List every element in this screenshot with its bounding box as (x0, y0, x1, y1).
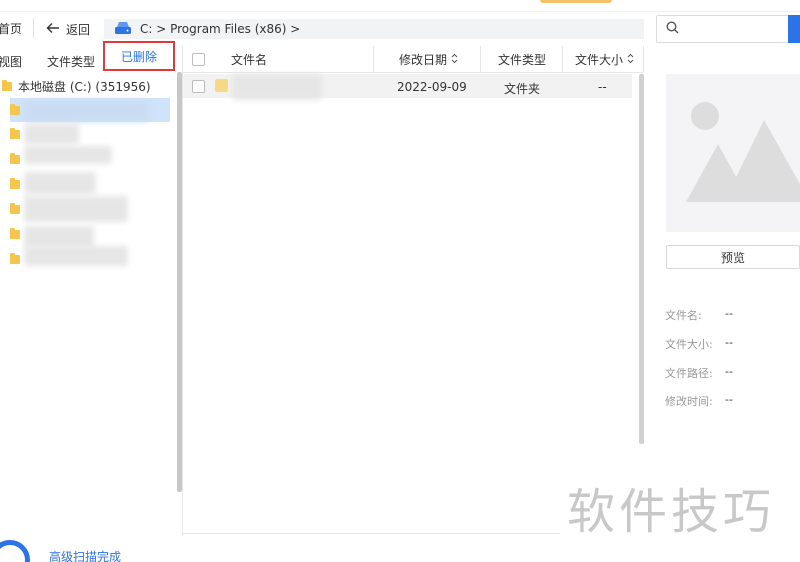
redacted-name (24, 124, 79, 144)
preview-placeholder (666, 74, 800, 232)
folder-icon (10, 127, 20, 139)
column-separator (480, 46, 481, 73)
column-date[interactable]: 修改日期 (399, 46, 458, 73)
tab-deleted[interactable]: 已删除 (103, 41, 175, 71)
top-strip (0, 0, 800, 12)
redacted-name (24, 196, 128, 222)
row-date: 2022-09-09 (397, 80, 467, 94)
list-bottom-divider (183, 533, 560, 534)
column-name[interactable]: 文件名 (231, 46, 267, 73)
scan-progress-ring (0, 540, 30, 562)
folder-icon (10, 152, 20, 164)
column-size[interactable]: 文件大小 (575, 46, 634, 73)
column-separator (373, 46, 374, 73)
search-input[interactable] (656, 15, 792, 43)
folder-icon (10, 177, 20, 189)
arrow-left-icon (46, 21, 60, 38)
row-type: 文件夹 (504, 82, 541, 96)
folder-icon (215, 79, 228, 92)
tab-file-type[interactable]: 文件类型 (47, 53, 95, 70)
column-date-label: 修改日期 (399, 53, 448, 67)
sort-icon (627, 53, 634, 67)
select-all-checkbox[interactable] (192, 46, 205, 73)
tree-root-item[interactable]: 本地磁盘 (C:) (351956) (0, 78, 151, 94)
back-label: 返回 (66, 22, 91, 37)
home-link[interactable]: 首页 (0, 20, 22, 37)
redacted-name (24, 172, 96, 194)
redacted-name (24, 226, 94, 248)
folder-icon (10, 202, 20, 214)
preview-button[interactable]: 预览 (666, 245, 800, 269)
column-separator (562, 46, 563, 73)
folder-icon (2, 79, 12, 91)
back-button[interactable]: 返回 (46, 18, 90, 40)
tab-deleted-label: 已删除 (120, 49, 157, 64)
sort-icon (451, 53, 458, 67)
list-scrollbar[interactable] (639, 74, 644, 444)
path-bar[interactable]: C: > Program Files (x86) > (104, 19, 644, 39)
tab-view[interactable]: 视图 (0, 53, 22, 70)
drive-icon (114, 21, 132, 38)
redacted-name (24, 146, 112, 164)
info-value-size: -- (725, 336, 733, 349)
image-placeholder-icon (686, 102, 800, 202)
info-label-modified: 修改时间: (665, 395, 713, 408)
pane-divider (182, 46, 183, 536)
redacted-name (232, 74, 322, 100)
info-label-filename: 文件名: (665, 309, 702, 322)
watermark: 软件技巧 (567, 484, 776, 540)
top-accent (540, 0, 612, 3)
redacted-name (24, 100, 149, 122)
path-text: C: > Program Files (x86) > (140, 22, 301, 36)
scan-status-text: 高级扫描完成 (49, 550, 122, 562)
folder-icon (10, 227, 20, 239)
column-type[interactable]: 文件类型 (498, 46, 546, 73)
column-separator (643, 46, 644, 73)
tree-root-label: 本地磁盘 (C:) (351956) (18, 79, 151, 94)
folder-icon (10, 252, 20, 264)
folder-icon (10, 103, 20, 115)
info-label-size: 文件大小: (665, 338, 713, 351)
column-size-label: 文件大小 (575, 53, 624, 67)
row-size: -- (598, 80, 607, 94)
nav-divider (33, 18, 34, 38)
info-label-path: 文件路径: (665, 367, 713, 380)
row-checkbox[interactable] (192, 80, 205, 96)
search-icon (666, 21, 679, 37)
redacted-name (24, 246, 128, 266)
info-value-path: -- (725, 365, 733, 378)
info-value-modified: -- (725, 393, 733, 406)
search-button[interactable] (788, 15, 800, 43)
info-value-filename: -- (725, 307, 733, 320)
